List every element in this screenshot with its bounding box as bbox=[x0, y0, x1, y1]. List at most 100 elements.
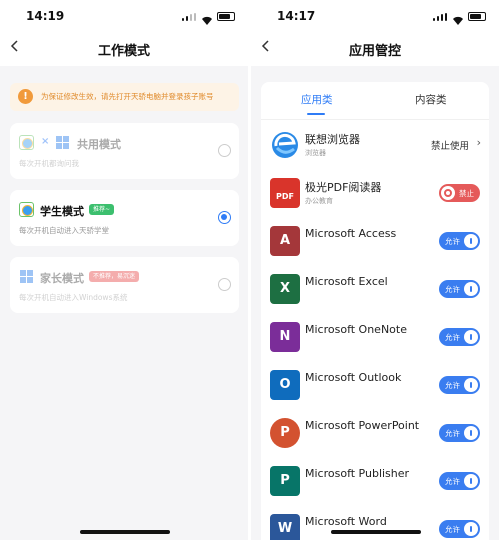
warning-icon: ! bbox=[18, 89, 33, 104]
windows-icon bbox=[19, 269, 34, 284]
mode-title: 共用模式 bbox=[77, 138, 121, 151]
status-time: 14:19 bbox=[26, 9, 65, 23]
plus-x-icon: × bbox=[41, 136, 50, 147]
notice-banner: ! 为保证修改生效，请先打开天骄电脑并登录孩子账号 bbox=[10, 83, 239, 111]
toggle-label: 允许 bbox=[445, 525, 460, 534]
app-name: Microsoft Outlook bbox=[305, 371, 402, 384]
app-row: O Microsoft Outlook 允许 bbox=[261, 361, 489, 409]
toggle-label: 禁止 bbox=[459, 189, 474, 198]
toggle-knob bbox=[464, 522, 478, 536]
app-name: Microsoft Word bbox=[305, 515, 387, 528]
windows-icon bbox=[55, 135, 70, 150]
tianjiao-app-icon bbox=[19, 202, 34, 217]
app-control-screen: 14:17 应用管控 应用类 内容类 联想浏览器 浏览器 禁止使用 › PDF … bbox=[251, 0, 499, 540]
mode-description: 每次开机自动进入天骄学堂 bbox=[19, 226, 109, 235]
app-name: Microsoft Access bbox=[305, 227, 397, 240]
tab-content[interactable]: 内容类 bbox=[415, 92, 447, 107]
app-name: Microsoft Excel bbox=[305, 275, 388, 288]
app-category: 办公教育 bbox=[305, 197, 333, 205]
toggle-knob bbox=[464, 330, 478, 344]
app-name: 极光PDF阅读器 bbox=[305, 181, 382, 194]
app-status: 禁止使用 bbox=[430, 141, 469, 152]
mode-description: 每次开机自动进入Windows系统 bbox=[19, 293, 128, 302]
lenovo-browser-icon bbox=[270, 130, 300, 160]
toggle-knob bbox=[441, 186, 455, 200]
app-name: Microsoft PowerPoint bbox=[305, 419, 420, 432]
permission-toggle[interactable]: 允许 bbox=[439, 232, 480, 250]
status-time: 14:17 bbox=[277, 9, 316, 23]
mode-radio[interactable] bbox=[218, 278, 231, 291]
notice-text: 为保证修改生效，请先打开天骄电脑并登录孩子账号 bbox=[41, 92, 214, 101]
app-name: Microsoft OneNote bbox=[305, 323, 407, 336]
access-icon: A bbox=[270, 226, 300, 256]
app-row: A Microsoft Access 允许 bbox=[261, 217, 489, 265]
mode-title: 家长模式 bbox=[40, 272, 84, 285]
status-bar: 14:17 bbox=[251, 0, 499, 34]
work-mode-screen: 14:19 工作模式 ! 为保证修改生效，请先打开天骄电脑并登录孩子账号 × 共… bbox=[0, 0, 248, 540]
app-row: X Microsoft Excel 允许 bbox=[261, 265, 489, 313]
toggle-knob bbox=[464, 234, 478, 248]
app-category: 浏览器 bbox=[305, 149, 326, 157]
app-row: PDF 极光PDF阅读器 办公教育 禁止 bbox=[261, 169, 489, 217]
toggle-label: 允许 bbox=[445, 381, 460, 390]
app-row[interactable]: 联想浏览器 浏览器 禁止使用 › bbox=[261, 121, 489, 169]
permission-toggle[interactable]: 允许 bbox=[439, 376, 480, 394]
app-row: P Microsoft Publisher 允许 bbox=[261, 457, 489, 505]
word-icon: W bbox=[270, 514, 300, 540]
app-list-panel: 应用类 内容类 联想浏览器 浏览器 禁止使用 › PDF 极光PDF阅读器 办公… bbox=[261, 82, 489, 540]
nav-bar: 应用管控 bbox=[251, 34, 499, 66]
active-tab-indicator bbox=[307, 113, 325, 115]
not-recommend-badge: 不推荐，易沉迷 bbox=[89, 271, 140, 282]
app-row: W Microsoft Word 允许 bbox=[261, 505, 489, 540]
toggle-knob bbox=[464, 378, 478, 392]
publisher-icon: P bbox=[270, 466, 300, 496]
tab-apps[interactable]: 应用类 bbox=[301, 92, 333, 107]
powerpoint-icon: P bbox=[270, 418, 300, 448]
mode-title: 学生模式 bbox=[40, 205, 84, 218]
outlook-icon: O bbox=[270, 370, 300, 400]
permission-toggle[interactable]: 允许 bbox=[439, 520, 480, 538]
home-indicator bbox=[80, 530, 170, 534]
page-title: 应用管控 bbox=[348, 44, 401, 59]
app-row: N Microsoft OneNote 允许 bbox=[261, 313, 489, 361]
home-indicator bbox=[331, 530, 421, 534]
app-name: 联想浏览器 bbox=[305, 133, 360, 146]
toggle-knob bbox=[464, 426, 478, 440]
mode-card-parent[interactable]: 家长模式 不推荐，易沉迷 每次开机自动进入Windows系统 bbox=[10, 257, 239, 313]
page-title: 工作模式 bbox=[97, 44, 150, 59]
toggle-label: 允许 bbox=[445, 477, 460, 486]
permission-toggle[interactable]: 禁止 bbox=[439, 184, 480, 202]
tianjiao-app-icon bbox=[19, 135, 34, 150]
recommend-badge: 推荐~ bbox=[89, 204, 115, 215]
nav-bar: 工作模式 bbox=[0, 34, 248, 66]
battery-icon bbox=[468, 12, 486, 21]
status-bar: 14:19 bbox=[0, 0, 248, 34]
toggle-label: 允许 bbox=[445, 333, 460, 342]
toggle-knob bbox=[464, 474, 478, 488]
permission-toggle[interactable]: 允许 bbox=[439, 280, 480, 298]
app-name: Microsoft Publisher bbox=[305, 467, 410, 480]
toggle-label: 允许 bbox=[445, 237, 460, 246]
toggle-label: 允许 bbox=[445, 285, 460, 294]
wifi-icon bbox=[201, 11, 213, 25]
toggle-label: 允许 bbox=[445, 429, 460, 438]
mode-card-student[interactable]: 学生模式 推荐~ 每次开机自动进入天骄学堂 bbox=[10, 190, 239, 246]
mode-radio-selected[interactable] bbox=[218, 211, 231, 224]
chevron-right-icon: › bbox=[476, 136, 481, 149]
app-row: P Microsoft PowerPoint 允许 bbox=[261, 409, 489, 457]
onenote-icon: N bbox=[270, 322, 300, 352]
pdf-reader-icon: PDF bbox=[270, 178, 300, 208]
tab-divider bbox=[261, 119, 489, 120]
permission-toggle[interactable]: 允许 bbox=[439, 472, 480, 490]
mode-radio[interactable] bbox=[218, 144, 231, 157]
toggle-knob bbox=[464, 282, 478, 296]
excel-icon: X bbox=[270, 274, 300, 304]
mode-card-shared[interactable]: × 共用模式 每次开机都询问我 bbox=[10, 123, 239, 179]
signal-icon bbox=[182, 13, 196, 21]
battery-icon bbox=[217, 12, 235, 21]
mode-description: 每次开机都询问我 bbox=[19, 159, 79, 168]
permission-toggle[interactable]: 允许 bbox=[439, 328, 480, 346]
wifi-icon bbox=[452, 11, 464, 25]
signal-icon bbox=[433, 13, 447, 21]
permission-toggle[interactable]: 允许 bbox=[439, 424, 480, 442]
